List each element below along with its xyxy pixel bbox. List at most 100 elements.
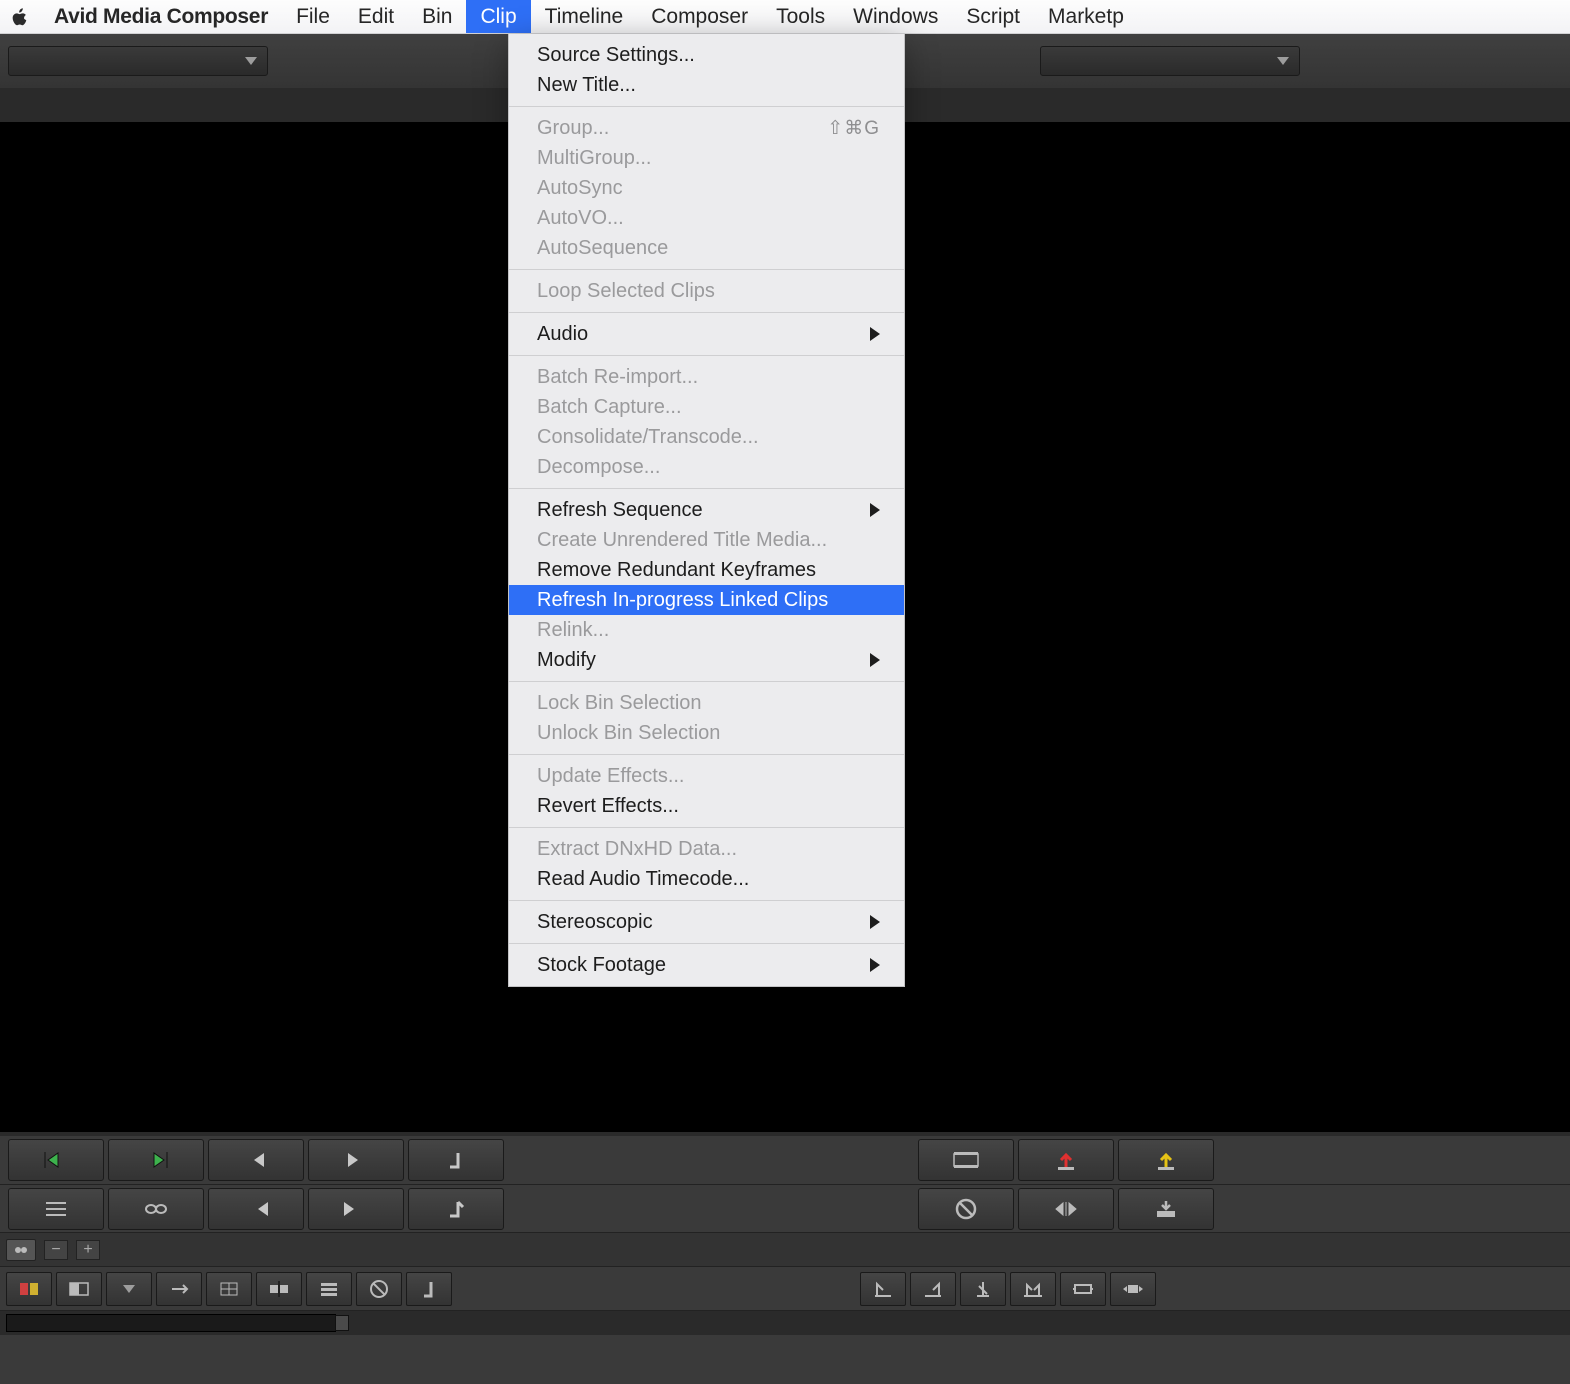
menu-separator (509, 269, 904, 270)
menu-file[interactable]: File (282, 0, 344, 33)
menu-item-label: Read Audio Timecode... (537, 868, 749, 891)
menu-item-label: AutoSync (537, 177, 623, 200)
menu-edit[interactable]: Edit (344, 0, 408, 33)
link-toggle-button[interactable] (108, 1188, 204, 1230)
extract-button[interactable] (1118, 1139, 1214, 1181)
menu-item-label: Stereoscopic (537, 911, 653, 934)
clip-menu-item[interactable]: Stock Footage (509, 950, 904, 980)
clip-menu-item[interactable]: Remove Redundant Keyframes (509, 555, 904, 585)
clip-menu-item: AutoSequence (509, 233, 904, 263)
stack-button[interactable] (306, 1272, 352, 1306)
submenu-arrow-icon (870, 503, 880, 517)
clip-menu-item: Lock Bin Selection (509, 688, 904, 718)
slip-button[interactable] (1060, 1272, 1106, 1306)
menu-item-label: Batch Capture... (537, 396, 682, 419)
menu-item-label: AutoVO... (537, 207, 624, 230)
clip-menu-item: AutoVO... (509, 203, 904, 233)
clip-menu-item[interactable]: Read Audio Timecode... (509, 864, 904, 894)
lift-button[interactable] (1018, 1139, 1114, 1181)
menu-separator (509, 355, 904, 356)
macos-menubar: Avid Media Composer File Edit Bin Clip T… (0, 0, 1570, 34)
scrollbar-track[interactable] (6, 1314, 336, 1332)
menu-separator (509, 312, 904, 313)
timeline-view-menu[interactable] (106, 1272, 152, 1306)
timeline-panel: − + (0, 1232, 1570, 1384)
razor-button[interactable] (960, 1272, 1006, 1306)
menu-item-label: Relink... (537, 619, 609, 642)
step-fwd-button[interactable] (308, 1139, 404, 1181)
list-view-button[interactable] (8, 1188, 104, 1230)
app-name[interactable]: Avid Media Composer (40, 5, 282, 29)
clip-menu-item: MultiGroup... (509, 143, 904, 173)
timeline-tab-bar: − + (0, 1233, 1570, 1267)
trim-b-button[interactable] (910, 1272, 956, 1306)
grid-toggle-button[interactable] (206, 1272, 252, 1306)
slide-button[interactable] (1110, 1272, 1156, 1306)
timeline-tab[interactable] (6, 1239, 36, 1261)
source-clip-dropdown[interactable] (8, 46, 268, 76)
overwrite-button[interactable] (1118, 1188, 1214, 1230)
clip-menu-item[interactable]: New Title... (509, 70, 904, 100)
menu-tools[interactable]: Tools (762, 0, 839, 33)
menu-item-shortcut: ⇧⌘G (827, 117, 880, 140)
mark-in-next-button[interactable] (108, 1139, 204, 1181)
clip-menu-item[interactable]: Audio (509, 319, 904, 349)
frame-fwd-button[interactable] (308, 1188, 404, 1230)
menu-windows[interactable]: Windows (839, 0, 952, 33)
clip-menu-item: Group... ⇧⌘G (509, 113, 904, 143)
menu-item-label: Modify (537, 649, 596, 672)
menu-item-label: Create Unrendered Title Media... (537, 529, 827, 552)
menu-timeline[interactable]: Timeline (531, 0, 638, 33)
mark-out-button[interactable] (408, 1139, 504, 1181)
mark-out-alt-button[interactable] (408, 1188, 504, 1230)
menu-item-label: AutoSequence (537, 237, 668, 260)
disable-fx-button[interactable] (356, 1272, 402, 1306)
timeline-remove-button[interactable]: − (44, 1240, 68, 1260)
menu-separator (509, 488, 904, 489)
clip-menu-item[interactable]: Modify (509, 645, 904, 675)
chevron-down-icon (245, 57, 257, 65)
no-effect-button[interactable] (918, 1188, 1014, 1230)
mark-in-prev-button[interactable] (8, 1139, 104, 1181)
go-to-cut-button[interactable] (1018, 1188, 1114, 1230)
clip-menu-item: Unlock Bin Selection (509, 718, 904, 748)
menu-separator (509, 754, 904, 755)
clip-menu-item: Batch Capture... (509, 392, 904, 422)
mark-clip-button[interactable] (406, 1272, 452, 1306)
menu-item-label: Unlock Bin Selection (537, 722, 720, 745)
overwrite-mode-button[interactable] (56, 1272, 102, 1306)
clip-menu-item[interactable]: Revert Effects... (509, 791, 904, 821)
menu-clip[interactable]: Clip (466, 0, 530, 33)
step-back-button[interactable] (208, 1139, 304, 1181)
menu-script[interactable]: Script (952, 0, 1034, 33)
trim-roll-button[interactable] (1010, 1272, 1056, 1306)
menu-item-label: MultiGroup... (537, 147, 651, 170)
apple-menu-icon[interactable] (0, 6, 40, 28)
chevron-down-icon (1277, 57, 1289, 65)
menu-item-label: Loop Selected Clips (537, 280, 715, 303)
expand-button[interactable] (156, 1272, 202, 1306)
clip-menu-item: Update Effects... (509, 761, 904, 791)
menu-item-label: Source Settings... (537, 44, 695, 67)
menu-marketp[interactable]: Marketp (1034, 0, 1138, 33)
clip-menu-item: Relink... (509, 615, 904, 645)
segment-mode-button[interactable] (6, 1272, 52, 1306)
trim-a-button[interactable] (860, 1272, 906, 1306)
clip-menu-item[interactable]: Stereoscopic (509, 907, 904, 937)
timeline-add-button[interactable]: + (76, 1240, 100, 1260)
chevron-down-icon (123, 1285, 135, 1293)
menu-item-label: Group... (537, 117, 609, 140)
record-clip-dropdown[interactable] (1040, 46, 1300, 76)
filmstrip-button[interactable] (918, 1139, 1014, 1181)
timeline-scrollbar[interactable] (0, 1311, 1570, 1335)
menu-bin[interactable]: Bin (408, 0, 466, 33)
clip-menu-item: Batch Re-import... (509, 362, 904, 392)
scrollbar-thumb[interactable] (335, 1315, 349, 1331)
clip-menu-item[interactable]: Refresh Sequence (509, 495, 904, 525)
insert-segment-button[interactable] (256, 1272, 302, 1306)
clip-menu-item[interactable]: Source Settings... (509, 40, 904, 70)
frame-back-button[interactable] (208, 1188, 304, 1230)
clip-menu-item[interactable]: Refresh In-progress Linked Clips (509, 585, 904, 615)
menu-composer[interactable]: Composer (637, 0, 762, 33)
menu-item-label: Lock Bin Selection (537, 692, 702, 715)
